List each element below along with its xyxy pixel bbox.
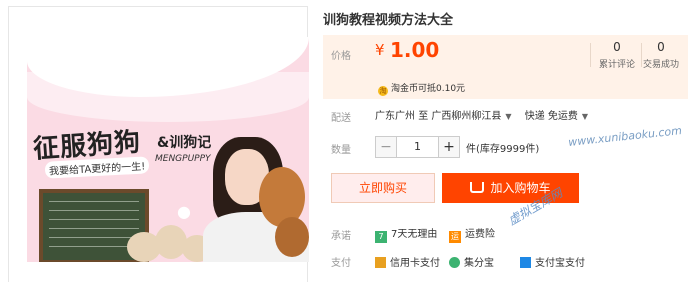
dog-illustration [275, 217, 309, 257]
payment-label: 支付 [331, 258, 351, 269]
price-panel: 价格 ¥ 1.00 0 累计评论 0 交易成功 淘淘金币可抵0.10元 [323, 35, 688, 99]
stock-text: 件(库存9999件) [466, 143, 540, 155]
payment-alipay-label: 支付宝支付 [535, 258, 585, 269]
review-count-label: 累计评论 [598, 60, 635, 70]
sales-count-label: 交易成功 [642, 60, 679, 70]
seven-day-icon: 7 [375, 231, 387, 243]
shipping-label: 配送 [331, 113, 351, 124]
alipay-icon [520, 257, 531, 268]
credit-card-icon [375, 257, 386, 268]
product-title: 训狗教程视频方法大全 [323, 13, 454, 28]
product-image[interactable]: 征服狗狗 &训狗记 我要给TA更好的一生! MENGPUPPY ● [27, 37, 309, 262]
ship-from: 广东广州 [375, 111, 415, 122]
puppy-illustration [155, 225, 187, 259]
promise-7day[interactable]: 7 7天无理由 [375, 225, 437, 243]
quantity-input[interactable]: 1 [397, 136, 438, 158]
price-label: 价格 [331, 51, 351, 62]
promise-freight-label: 运费险 [465, 229, 495, 240]
divider [590, 43, 591, 67]
chevron-down-icon[interactable]: ▼ [582, 112, 588, 121]
buy-now-button[interactable]: 立即购买 [331, 173, 435, 203]
ship-to-word: 至 [418, 111, 429, 122]
payment-credit-card-label: 信用卡支付 [390, 258, 440, 269]
currency-symbol: ¥ [375, 41, 385, 59]
review-count: 0 [613, 40, 621, 54]
freight-insurance-icon: 运 [449, 231, 461, 243]
quantity-label: 数量 [331, 145, 351, 156]
coin-discount: 淘淘金币可抵0.10元 [378, 81, 465, 96]
product-image-frame: 征服狗狗 &训狗记 我要给TA更好的一生! MENGPUPPY ● [8, 6, 309, 282]
promise-freight-insurance[interactable]: 运运费险 [449, 225, 495, 243]
ship-method-select[interactable]: 快递 免运费 [525, 111, 578, 122]
coin-discount-text: 淘金币可抵0.10元 [391, 84, 466, 94]
quantity-stepper: − 1 + 件(库存9999件) [375, 135, 539, 159]
promise-7day-label: 7天无理由 [391, 229, 438, 240]
sales-count: 0 [657, 40, 665, 54]
price-value: 1.00 [390, 38, 440, 62]
payment-alipay: 支付宝支付 [520, 254, 585, 269]
review-count-stat[interactable]: 0 累计评论 [595, 40, 639, 70]
promise-label: 承诺 [331, 231, 351, 242]
payment-credit-card: 信用卡支付 [375, 254, 440, 269]
coin-icon: 淘 [378, 86, 388, 96]
increase-button[interactable]: + [438, 136, 460, 158]
image-brand: MENGPUPPY [155, 154, 211, 164]
paw-icon: ● [177, 202, 191, 221]
payment-points-label: 集分宝 [464, 258, 494, 269]
ship-to-select[interactable]: 广西柳州柳江县 [431, 111, 501, 122]
payment-points: 集分宝 [449, 254, 494, 269]
points-icon [449, 257, 460, 268]
shipping-info: 广东广州 至 广西柳州柳江县 ▼ 快递 免运费 ▼ [375, 107, 592, 122]
sales-count-stat[interactable]: 0 交易成功 [639, 40, 683, 70]
decrease-button[interactable]: − [375, 136, 397, 158]
chevron-down-icon[interactable]: ▼ [505, 112, 511, 121]
image-title-side: &训狗记 [157, 135, 212, 151]
image-wave-decoration [27, 72, 309, 122]
site-watermark: www.xunibaoku.com [567, 124, 683, 149]
cart-icon [470, 182, 485, 193]
